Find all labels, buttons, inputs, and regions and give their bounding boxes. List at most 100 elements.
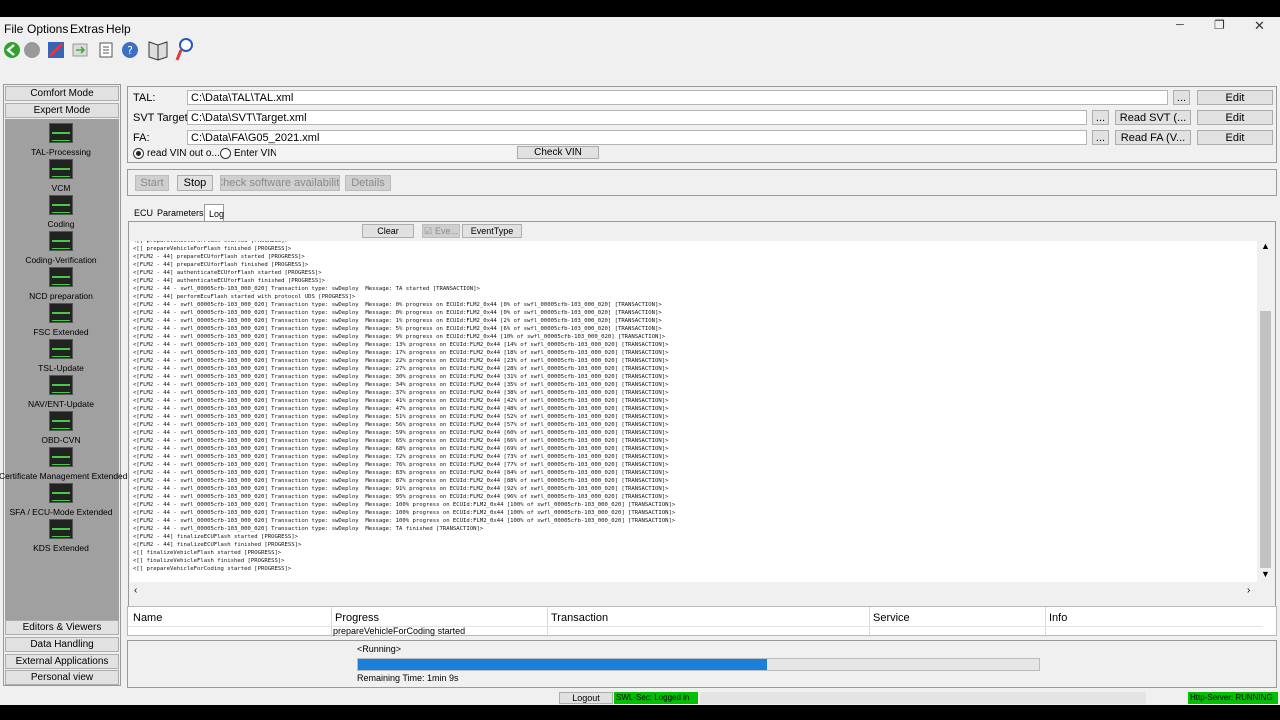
checkbox-icon: ☑ [423, 225, 433, 236]
logout-button[interactable]: Logout [559, 692, 613, 704]
log-line: <[] finalizeVehicleFlash started [PROGRE… [133, 550, 282, 556]
event-type-button[interactable]: EventType [462, 224, 522, 238]
vin-field[interactable] [276, 145, 516, 160]
log-line: <[] finalizeVehicleFlash finished [PROGR… [133, 558, 285, 564]
enter-vin-radio[interactable] [220, 148, 231, 159]
log-line: <[FLM2 - 44 - swfl_00005cfb-103_000_020]… [133, 302, 662, 308]
sidebar-item-certificate-management[interactable]: Certificate Management Extended [0, 447, 128, 483]
scroll-down-icon[interactable]: ▼ [1261, 569, 1270, 579]
progress-bar-fill [358, 659, 767, 670]
log-line: <[FLM2 - 44 - swfl_00005cfb-103_000_020]… [133, 382, 669, 388]
sidebar-item-vcm[interactable]: VCM [5, 159, 117, 195]
vertical-scrollbar[interactable]: ▲ ▼ [1257, 241, 1274, 582]
stop-button[interactable]: Stop [177, 175, 213, 191]
toolbar: ? [0, 0, 200, 70]
clear-log-button[interactable]: Clear [362, 224, 414, 238]
check-software-availability-button[interactable]: Check software availability [220, 175, 340, 191]
column-info: Info [1049, 612, 1068, 624]
sidebar-item-tsl-update[interactable]: TSL-Update [5, 339, 117, 375]
restore-button[interactable]: ❐ [1214, 18, 1225, 32]
external-applications-button[interactable]: External Applications [5, 654, 119, 669]
stop-icon[interactable] [22, 40, 42, 60]
log-line: <[FLM2 - 44] finalizeECUFlash finished [… [133, 542, 302, 548]
log-line: <[FLM2 - 44 - swfl_00005cfb-103_000_020]… [133, 326, 662, 332]
horizontal-scrollbar[interactable]: ‹ › [130, 583, 1257, 600]
table-row[interactable]: prepareVehicleForCoding started [128, 626, 1263, 636]
tsl-update-icon [49, 339, 73, 359]
minimize-button[interactable]: ─ [1176, 19, 1184, 31]
tal-processing-icon [49, 123, 73, 143]
tab-log[interactable]: Log [204, 204, 224, 221]
svt-edit-button[interactable]: Edit [1197, 110, 1273, 125]
sidebar-item-ncd-preparation[interactable]: NCD preparation [5, 267, 117, 303]
book-icon[interactable] [146, 38, 170, 62]
log-line: <[] prepareVehicleForFlash finished [PRO… [133, 246, 292, 252]
details-button[interactable]: Details [345, 175, 391, 191]
log-line: <[FLM2 - 44 - swfl_00005cfb-103_000_020]… [133, 486, 669, 492]
read-fa-button[interactable]: Read FA (V... [1115, 130, 1191, 145]
help-icon[interactable]: ? [120, 40, 140, 60]
log-line: <[] prepareVehicleForCoding started [PRO… [133, 566, 292, 572]
log-line: <[FLM2 - 44 - swfl_00005cfb-103_000_020]… [133, 510, 676, 516]
data-handling-button[interactable]: Data Handling [5, 637, 119, 652]
tal-label: TAL: [133, 92, 156, 104]
log-line: <[FLM2 - 44] prepareECUforFlash finished… [133, 262, 309, 268]
svt-target-path-field[interactable]: C:\Data\SVT\Target.xml [187, 110, 1087, 125]
sidebar-items-panel: TAL-Processing VCM Coding Coding-Verific… [0, 119, 128, 620]
read-vin-label: read VIN out o... [147, 148, 220, 159]
log-line: <[FLM2 - 44 - swfl_00005cfb-103_000_020]… [133, 502, 676, 508]
status-panel: <Running> Remaining Time: 1min 9s [127, 640, 1277, 688]
tools-icon[interactable] [46, 40, 66, 60]
check-vin-button[interactable]: Check VIN [517, 146, 599, 159]
tal-browse-button[interactable]: ... [1173, 90, 1190, 105]
sidebar-item-sfa-ecu-mode[interactable]: SFA / ECU-Mode Extended [5, 483, 117, 519]
start-button[interactable]: Start [135, 175, 169, 191]
coding-verification-icon [49, 231, 73, 251]
expert-mode-button[interactable]: Expert Mode [5, 103, 119, 118]
close-button[interactable]: ✕ [1254, 18, 1265, 34]
fa-edit-button[interactable]: Edit [1197, 130, 1273, 145]
nav-ent-update-icon [49, 375, 73, 395]
log-line: <[FLM2 - 44] authenticateECUforFlash fin… [133, 278, 325, 284]
enter-vin-label: Enter VIN: [234, 148, 281, 159]
fa-browse-button[interactable]: ... [1092, 130, 1109, 145]
log-line: <[FLM2 - 44] authenticateECUforFlash sta… [133, 270, 322, 276]
log-line: <[FLM2 - 44 - swfl_00005cfb-103_000_020]… [133, 470, 669, 476]
sidebar-item-coding[interactable]: Coding [5, 195, 117, 231]
scroll-thumb[interactable] [1260, 311, 1271, 568]
document-icon[interactable] [96, 40, 116, 60]
scroll-left-icon[interactable]: ‹ [134, 585, 137, 596]
read-svt-button[interactable]: Read SVT (... [1115, 110, 1191, 125]
scroll-right-icon[interactable]: › [1247, 585, 1250, 596]
scroll-up-icon[interactable]: ▲ [1261, 241, 1270, 251]
sidebar-item-tal-processing[interactable]: TAL-Processing [5, 123, 117, 159]
forward-icon[interactable] [70, 40, 90, 60]
events-checkbox[interactable]: ☑ Eve... [422, 224, 460, 238]
back-icon[interactable] [2, 40, 22, 60]
action-bar: Start Stop Check software availability D… [127, 169, 1277, 196]
log-line: <[FLM2 - 44 - swfl_00005cfb-103_000_020]… [133, 406, 669, 412]
tab-ecu[interactable]: ECU [134, 208, 153, 218]
sidebar-item-obd-cvn[interactable]: OBD-CVN [5, 411, 117, 447]
tal-path-field[interactable]: C:\Data\TAL\TAL.xml [187, 90, 1168, 105]
log-line: <[FLM2 - 44 - swfl_00005cfb-103_000_020]… [133, 366, 669, 372]
sidebar-item-kds-extended[interactable]: KDS Extended [5, 519, 117, 555]
editors-viewers-button[interactable]: Editors & Viewers [5, 620, 119, 635]
sidebar-item-coding-verification[interactable]: Coding-Verification [5, 231, 117, 267]
log-line: <[FLM2 - 44 - swfl_00005cfb-103_000_020]… [133, 334, 666, 340]
log-line: <[FLM2 - 44 - swfl_00005cfb-103_000_020]… [133, 414, 669, 420]
tab-parameters[interactable]: Parameters [157, 208, 204, 218]
magnifier-icon[interactable] [174, 38, 196, 62]
log-line: <[FLM2 - 44] finalizeECUFlash started [P… [133, 534, 299, 540]
comfort-mode-button[interactable]: Comfort Mode [5, 86, 119, 101]
sidebar-item-fsc-extended[interactable]: FSC Extended [5, 303, 117, 339]
log-line: <[FLM2 - 44 - swfl_00005cfb-103_000_020]… [133, 454, 669, 460]
read-vin-radio[interactable] [133, 148, 144, 159]
personal-view-button[interactable]: Personal view [5, 670, 119, 685]
sfa-ecu-mode-icon [49, 483, 73, 503]
tal-edit-button[interactable]: Edit [1197, 90, 1273, 105]
log-view[interactable]: <[] prepareVehicleForFlash started [PROG… [130, 241, 1274, 582]
fa-path-field[interactable]: C:\Data\FA\G05_2021.xml [187, 130, 1087, 145]
sidebar-item-nav-ent-update[interactable]: NAV/ENT-Update [5, 375, 117, 411]
svt-browse-button[interactable]: ... [1092, 110, 1109, 125]
